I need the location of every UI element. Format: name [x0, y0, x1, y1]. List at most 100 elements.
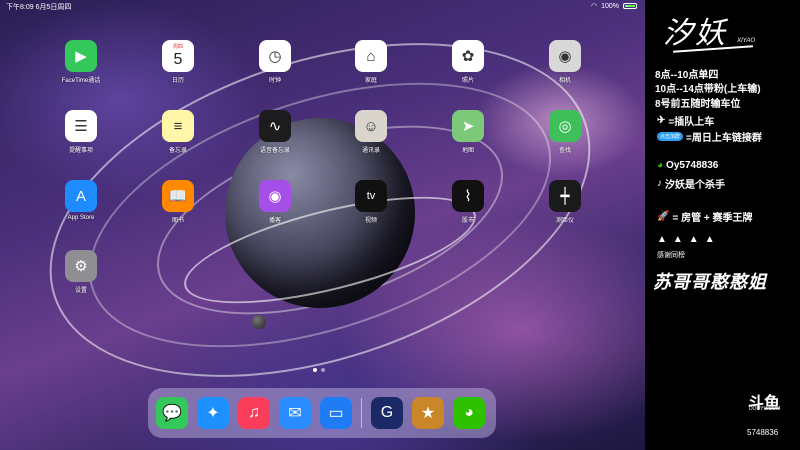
- schedule-line: 10点--14点带粉(上车输): [655, 84, 761, 95]
- envelope-icon[interactable]: ✉: [279, 397, 311, 429]
- rocket-row: 🚀 = 房管 + 赛季王牌: [657, 209, 752, 224]
- wechat-icon: ◕: [657, 160, 664, 171]
- app-label: 地图: [461, 148, 474, 154]
- stocks-icon: ⌇: [452, 180, 484, 212]
- book-icon: 📖: [162, 180, 194, 212]
- pennant-decoration-icon: ▲▲▲▲: [657, 234, 721, 245]
- wechat-id: Oy5748836: [666, 160, 719, 171]
- app-facetime[interactable]: ▶ FaceTime通话: [51, 40, 111, 84]
- video-icon: ▶: [65, 40, 97, 72]
- app-label: FaceTime通话: [61, 78, 101, 84]
- app-tv[interactable]: tv 视频: [341, 180, 401, 224]
- app-calendar[interactable]: 周四 5 日历: [148, 40, 208, 84]
- app-label: 提醒事项: [68, 148, 93, 154]
- app-findmy[interactable]: ◎ 查找: [535, 110, 595, 154]
- page-dot: [313, 368, 317, 372]
- thanks-label: 感谢同榜: [657, 252, 685, 259]
- wechat-row: ◕ Oy5748836: [657, 160, 718, 171]
- group-text: =周日上车链接群: [686, 133, 762, 144]
- app-measure[interactable]: ┿ 测距仪: [535, 180, 595, 224]
- app-label: 播客: [268, 218, 281, 224]
- map-icon: ➤: [452, 110, 484, 142]
- app-label: 日历: [171, 78, 184, 84]
- app-notes[interactable]: ≡ 备忘录: [148, 110, 208, 154]
- game-character-icon[interactable]: ★: [412, 397, 444, 429]
- calendar-day: 5: [173, 50, 183, 68]
- group-row: 点击加群 =周日上车链接群: [657, 129, 762, 144]
- status-right-group: ◠ 100%: [591, 2, 637, 10]
- page-indicator[interactable]: [313, 368, 325, 372]
- wallpaper-moon: [252, 315, 266, 329]
- status-time: 下午8:09 6月5日周四: [6, 4, 72, 11]
- app-appstore[interactable]: A App Store: [51, 180, 111, 221]
- streamer-logo-sub: XIYAO: [737, 38, 756, 44]
- app-label: 通讯录: [361, 148, 380, 154]
- room-id: 5748836: [747, 428, 779, 437]
- app-books[interactable]: 📖 图书: [148, 180, 208, 224]
- schedule-line: 8号前五随时输车位: [655, 99, 741, 110]
- clock-icon: ◷: [259, 40, 291, 72]
- appstore-icon: A: [65, 180, 97, 212]
- airplane-icon: ✈: [657, 115, 666, 126]
- app-photos[interactable]: ✿ 照片: [438, 40, 498, 84]
- plane-text: =插队上车: [668, 117, 715, 128]
- rocket-text: = 房管 + 赛季王牌: [672, 213, 753, 224]
- douyin-row: ♪ 汐妖是个杀手: [657, 176, 725, 191]
- compass-icon[interactable]: ✦: [197, 397, 229, 429]
- group-badge: 点击加群: [657, 132, 684, 141]
- app-podcasts[interactable]: ◉ 播客: [245, 180, 305, 224]
- tv-icon: tv: [355, 180, 387, 212]
- schedule-line: 8点--10点单四: [655, 70, 719, 81]
- list-icon: ☰: [65, 110, 97, 142]
- wechat-icon[interactable]: ◕: [453, 397, 485, 429]
- app-voicememos[interactable]: ∿ 语音备忘录: [245, 110, 305, 154]
- wifi-icon: ◠: [590, 3, 598, 10]
- ipad-home-screen: 下午8:09 6月5日周四 ◠ 100% ▶ FaceTime通话 周四 5 日历 ◷ 时钟…: [0, 0, 645, 450]
- app-label: 设置: [74, 288, 87, 294]
- streamer-logo: 汐妖: [663, 16, 727, 51]
- app-clock[interactable]: ◷ 时钟: [245, 40, 305, 84]
- app-stocks[interactable]: ⌇ 股市: [438, 180, 498, 224]
- waveform-icon: ∿: [259, 110, 291, 142]
- douyin-text: 汐妖是个杀手: [665, 180, 725, 191]
- calendar-icon: 周四 5: [162, 40, 194, 72]
- ruler-icon: ┿: [549, 180, 581, 212]
- app-label: 视频: [364, 218, 377, 224]
- rocket-icon: 🚀: [657, 211, 670, 222]
- supporter-name: 苏哥哥憨憨姐: [653, 272, 767, 292]
- app-label: 相机: [558, 78, 571, 84]
- plane-row: ✈ =插队上车: [657, 113, 714, 128]
- gear-icon: ⚙: [65, 250, 97, 282]
- app-maps[interactable]: ➤ 地图: [438, 110, 498, 154]
- calendar-weekday: 周四: [172, 43, 183, 50]
- app-label: 股市: [461, 218, 474, 224]
- house-icon: ⌂: [355, 40, 387, 72]
- douyin-icon: ♪: [657, 178, 662, 189]
- douyu-domain: DOUYU.COM: [749, 406, 781, 412]
- notepad-icon: ≡: [162, 110, 194, 142]
- stream-overlay: 汐妖 XIYAO 8点--10点单四 10点--14点带粉(上车输) 8号前五随…: [645, 0, 800, 450]
- status-bar: 下午8:09 6月5日周四 ◠ 100%: [0, 0, 645, 12]
- app-label: 照片: [461, 78, 474, 84]
- radar-icon: ◎: [549, 110, 581, 142]
- app-label: 时钟: [268, 78, 281, 84]
- music-note-icon[interactable]: ♫: [238, 397, 270, 429]
- app-settings[interactable]: ⚙ 设置: [51, 250, 111, 294]
- app-contacts[interactable]: ☺ 通讯录: [341, 110, 401, 154]
- app-label: 查找: [558, 148, 571, 154]
- person-icon: ☺: [355, 110, 387, 142]
- app-label: 备忘录: [168, 148, 187, 154]
- app-reminders[interactable]: ☰ 提醒事项: [51, 110, 111, 154]
- app-camera[interactable]: ◉ 相机: [535, 40, 595, 84]
- app-label: 图书: [171, 218, 184, 224]
- message-icon[interactable]: 💬: [156, 397, 188, 429]
- app-label: 测距仪: [555, 218, 574, 224]
- app-label: 语音备忘录: [259, 148, 290, 154]
- dock: 💬 ✦ ♫ ✉ ▭ G ★ ◕: [148, 388, 496, 438]
- app-home[interactable]: ⌂ 家庭: [341, 40, 401, 84]
- game-logo-icon[interactable]: G: [371, 397, 403, 429]
- battery-percent: 100%: [601, 2, 619, 10]
- flower-icon: ✿: [452, 40, 484, 72]
- folder-icon[interactable]: ▭: [320, 397, 352, 429]
- battery-icon: [623, 3, 637, 9]
